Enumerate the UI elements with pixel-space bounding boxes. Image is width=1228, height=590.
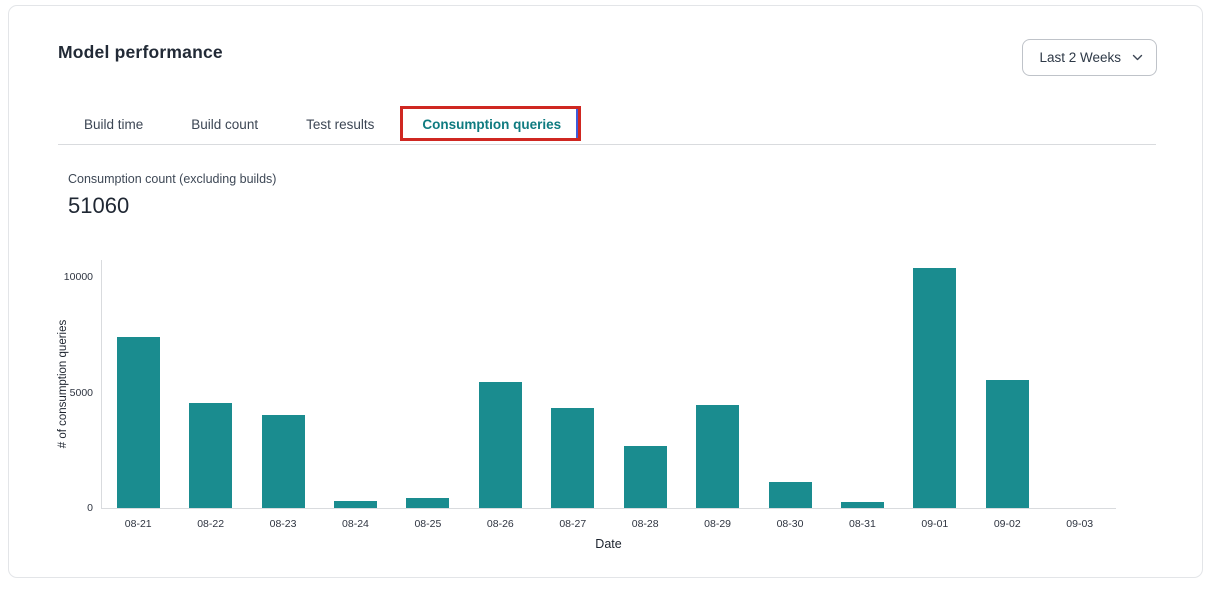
date-range-selector[interactable]: Last 2 Weeks	[1022, 39, 1157, 76]
x-axis-title: Date	[101, 537, 1116, 551]
bar-08-28[interactable]	[624, 446, 667, 508]
bar-08-25[interactable]	[406, 498, 449, 508]
tab-test-results[interactable]: Test results	[306, 117, 374, 132]
x-tick-label: 09-03	[1033, 518, 1125, 530]
bar-08-21[interactable]	[117, 337, 160, 508]
bar-slot: 08-31	[826, 260, 898, 508]
page-title: Model performance	[58, 42, 223, 63]
tab-consumption-queries[interactable]: Consumption queries	[422, 117, 561, 132]
tab-build-count[interactable]: Build count	[191, 117, 258, 132]
bar-slot: 08-22	[174, 260, 246, 508]
bar-08-30[interactable]	[769, 482, 812, 508]
bar-slot: 09-01	[899, 260, 971, 508]
bar-slot: 08-24	[319, 260, 391, 508]
bar-09-02[interactable]	[986, 380, 1029, 508]
tab-consumption-queries-label: Consumption queries	[422, 117, 561, 132]
bar-slot: 08-26	[464, 260, 536, 508]
bar-slot: 09-03	[1043, 260, 1115, 508]
tab-bar: Build time Build count Test results Cons…	[58, 105, 1156, 145]
y-axis-title: # of consumption queries	[57, 320, 69, 449]
model-performance-card: Model performance Last 2 Weeks Build tim…	[8, 5, 1203, 578]
metric-label: Consumption count (excluding builds)	[68, 172, 276, 186]
bar-slot: 08-28	[609, 260, 681, 508]
tab-build-time[interactable]: Build time	[84, 117, 143, 132]
bar-slot: 08-25	[392, 260, 464, 508]
bar-slot: 08-29	[681, 260, 753, 508]
bar-08-27[interactable]	[551, 408, 594, 508]
consumption-count-metric: Consumption count (excluding builds) 510…	[68, 172, 276, 219]
bar-slot: 09-02	[971, 260, 1043, 508]
bar-slot: 08-23	[247, 260, 319, 508]
y-tick-label: 0	[87, 502, 93, 514]
consumption-queries-chart: # of consumption queries 08-2108-2208-23…	[9, 250, 1202, 570]
bar-08-22[interactable]	[189, 403, 232, 508]
bar-slot: 08-30	[754, 260, 826, 508]
bar-09-01[interactable]	[913, 268, 956, 508]
bar-08-24[interactable]	[334, 501, 377, 508]
bar-08-26[interactable]	[479, 382, 522, 508]
bar-slot: 08-21	[102, 260, 174, 508]
date-range-label: Last 2 Weeks	[1039, 50, 1121, 65]
y-tick-label: 5000	[70, 387, 93, 399]
chevron-down-icon	[1132, 54, 1143, 61]
y-tick-label: 10000	[64, 271, 93, 283]
bar-slot: 08-27	[537, 260, 609, 508]
bar-08-23[interactable]	[262, 415, 305, 508]
metric-value: 51060	[68, 193, 276, 219]
plot-area: 08-2108-2208-2308-2408-2508-2608-2708-28…	[101, 260, 1116, 509]
bar-08-29[interactable]	[696, 405, 739, 508]
bar-08-31[interactable]	[841, 502, 884, 508]
